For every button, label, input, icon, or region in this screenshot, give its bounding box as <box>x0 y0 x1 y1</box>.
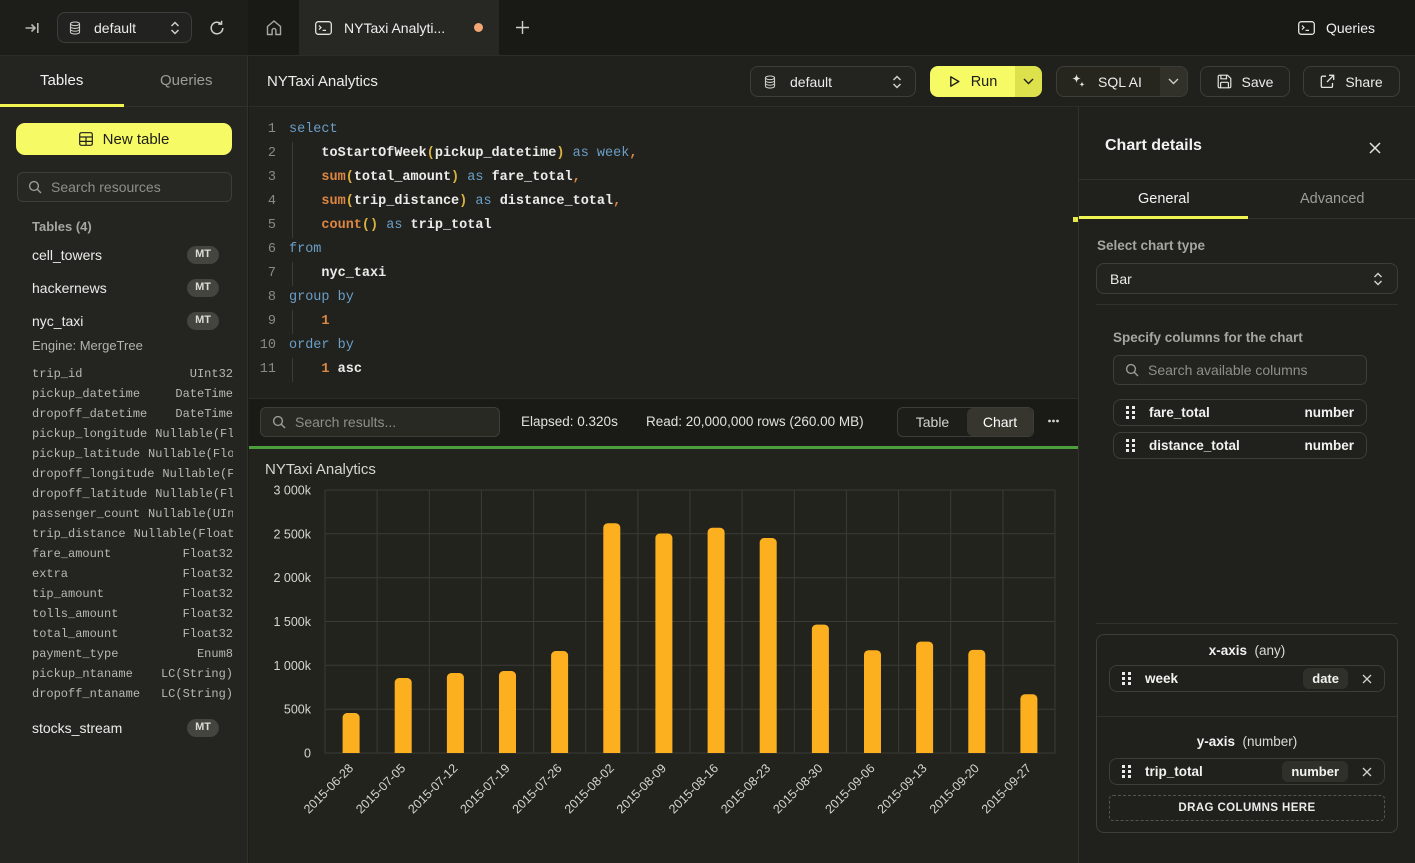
svg-text:2015-07-05: 2015-07-05 <box>353 761 408 816</box>
svg-text:2015-09-27: 2015-09-27 <box>979 761 1034 816</box>
svg-text:2015-09-13: 2015-09-13 <box>875 761 930 816</box>
svg-text:2015-07-26: 2015-07-26 <box>510 761 565 816</box>
svg-text:2015-09-20: 2015-09-20 <box>927 761 982 816</box>
svg-text:0: 0 <box>304 747 311 761</box>
svg-text:2015-06-28: 2015-06-28 <box>301 761 356 816</box>
svg-text:2015-08-30: 2015-08-30 <box>770 761 825 816</box>
svg-text:2015-08-16: 2015-08-16 <box>666 761 721 816</box>
svg-text:3 000k: 3 000k <box>273 484 311 498</box>
svg-text:1 500k: 1 500k <box>273 615 311 629</box>
svg-text:2 500k: 2 500k <box>273 527 311 541</box>
svg-text:2015-07-12: 2015-07-12 <box>405 761 460 816</box>
svg-text:2015-07-19: 2015-07-19 <box>458 761 513 816</box>
svg-text:2015-08-23: 2015-08-23 <box>718 761 773 816</box>
svg-text:1 000k: 1 000k <box>273 659 311 673</box>
svg-text:2015-09-06: 2015-09-06 <box>823 761 878 816</box>
svg-text:NYTaxi Analytics: NYTaxi Analytics <box>265 461 376 478</box>
svg-text:2015-08-09: 2015-08-09 <box>614 761 669 816</box>
svg-text:2015-08-02: 2015-08-02 <box>562 761 617 816</box>
svg-text:500k: 500k <box>284 703 312 717</box>
svg-text:2 000k: 2 000k <box>273 571 311 585</box>
